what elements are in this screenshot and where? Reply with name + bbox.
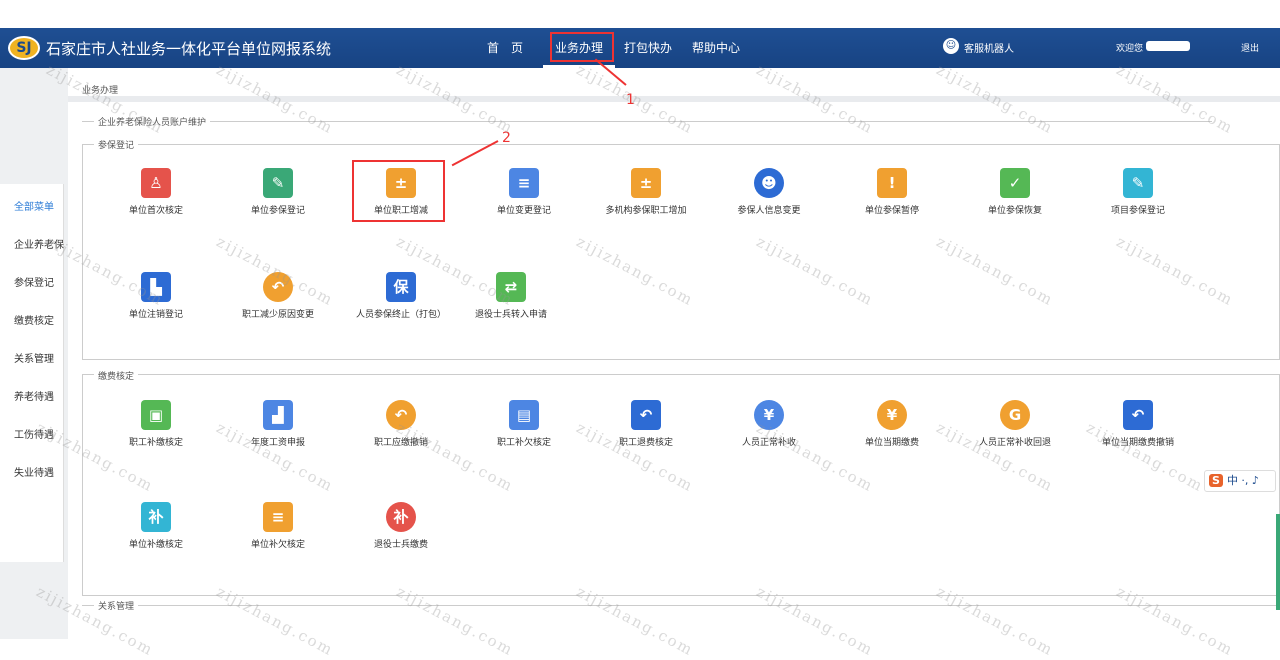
shield-minus-icon: 保 bbox=[386, 272, 416, 302]
welcome-text: 欢迎您 bbox=[1116, 44, 1144, 54]
tile-staff-back-pay[interactable]: ▣ 职工补缴核定 bbox=[96, 400, 216, 448]
tile-unit-arrears[interactable]: ≡ 单位补欠核定 bbox=[218, 502, 338, 550]
side-item-payment[interactable]: 缴费核定 bbox=[14, 312, 64, 327]
tile-veteran-payment[interactable]: 补退役士兵缴费 bbox=[341, 502, 461, 550]
section-title-register: 参保登记 bbox=[94, 138, 139, 151]
building-check-icon: ✓ bbox=[1000, 168, 1030, 198]
coin-hand-icon: ¥ bbox=[877, 400, 907, 430]
tile-unit-back-pay[interactable]: 补单位补缴核定 bbox=[96, 502, 216, 550]
side-item-unemployment[interactable]: 失业待遇 bbox=[14, 464, 64, 479]
tile-unit-current-pay[interactable]: ¥ 单位当期缴费 bbox=[832, 400, 952, 448]
document-edit-icon: ✎ bbox=[263, 168, 293, 198]
bar-chart-icon: ▟ bbox=[263, 400, 293, 430]
document-coin-icon: ≡ bbox=[263, 502, 293, 532]
tile-unit-resume[interactable]: ✓ 单位参保恢复 bbox=[955, 168, 1075, 216]
tile-unit-register[interactable]: ✎ 单位参保登记 bbox=[218, 168, 338, 216]
side-item-relation[interactable]: 关系管理 bbox=[14, 350, 64, 365]
app-title: 石家庄市人社业务一体化平台单位网报系统 bbox=[46, 40, 332, 58]
plus-minus-icon: ± bbox=[631, 168, 661, 198]
undo-circle-icon: G bbox=[1000, 400, 1030, 430]
tile-person-info-change[interactable]: ☻ 参保人信息变更 bbox=[709, 168, 829, 216]
tile-multi-org-add[interactable]: ± 多机构参保职工增加 bbox=[586, 168, 706, 216]
pencil-icon: ✎ bbox=[1123, 168, 1153, 198]
robot-icon[interactable]: ☺ bbox=[943, 38, 959, 54]
logo-icon: SJ bbox=[8, 36, 40, 60]
sidebar: 全部菜单 企业养老保 参保登记 缴费核定 关系管理 养老待遇 工伤待遇 失业待遇 bbox=[0, 68, 68, 639]
calendar-icon: 补 bbox=[141, 502, 171, 532]
nav-quick-pack[interactable]: 打包快办 bbox=[624, 28, 672, 68]
section-title-relation: 关系管理 bbox=[94, 599, 139, 612]
supplement-circle-icon: 补 bbox=[386, 502, 416, 532]
unit-approve-icon: ♙ bbox=[141, 168, 171, 198]
side-item-register[interactable]: 参保登记 bbox=[14, 274, 64, 289]
main-content: 企业养老保险人员账户维护 参保登记 缴费核定 关系管理 ♙ 单位首次核定 ✎ 单位参… bbox=[68, 108, 1280, 639]
side-item-pension-benefit[interactable]: 养老待遇 bbox=[14, 388, 64, 403]
return-document-icon: ↶ bbox=[631, 400, 661, 430]
top-margin bbox=[0, 0, 1280, 28]
tile-staff-arrears[interactable]: ▤ 职工补欠核定 bbox=[464, 400, 584, 448]
user-name-masked bbox=[1146, 41, 1190, 51]
highlight-box-staff-change bbox=[352, 160, 445, 222]
tile-unit-first-approval[interactable]: ♙ 单位首次核定 bbox=[96, 168, 216, 216]
form-edit-icon: ≡ bbox=[509, 168, 539, 198]
ime-status: 中 ·, ♪ bbox=[1226, 474, 1259, 487]
robot-label[interactable]: 客服机器人 bbox=[964, 40, 1014, 55]
tile-insurance-terminate[interactable]: 保人员参保终止（打包） bbox=[341, 272, 461, 320]
highlight-box-nav bbox=[550, 32, 614, 62]
section-title-payment: 缴费核定 bbox=[94, 369, 139, 382]
building-warning-icon: ! bbox=[877, 168, 907, 198]
side-item-all-menu[interactable]: 全部菜单 bbox=[14, 198, 64, 213]
header-bar: SJ 石家庄市人社业务一体化平台单位网报系统 首 页 业务办理 打包快办 帮助中… bbox=[0, 28, 1280, 68]
user-edit-icon: ☻ bbox=[754, 168, 784, 198]
ime-toolbar[interactable]: S中 ·, ♪ bbox=[1204, 470, 1276, 492]
ime-logo-icon: S bbox=[1209, 474, 1223, 487]
side-scroll-tab[interactable] bbox=[1276, 514, 1280, 610]
nav-home[interactable]: 首 页 bbox=[487, 28, 523, 68]
id-card-icon: ▣ bbox=[141, 400, 171, 430]
return-document-icon: ↶ bbox=[1123, 400, 1153, 430]
tile-project-register[interactable]: ✎ 项目参保登记 bbox=[1078, 168, 1198, 216]
clipboard-icon: ▤ bbox=[509, 400, 539, 430]
tile-unit-change[interactable]: ≡ 单位变更登记 bbox=[464, 168, 584, 216]
logout-link[interactable]: 退出 bbox=[1241, 41, 1259, 54]
tile-unit-suspend[interactable]: ! 单位参保暂停 bbox=[832, 168, 952, 216]
nav-help[interactable]: 帮助中心 bbox=[692, 28, 740, 68]
